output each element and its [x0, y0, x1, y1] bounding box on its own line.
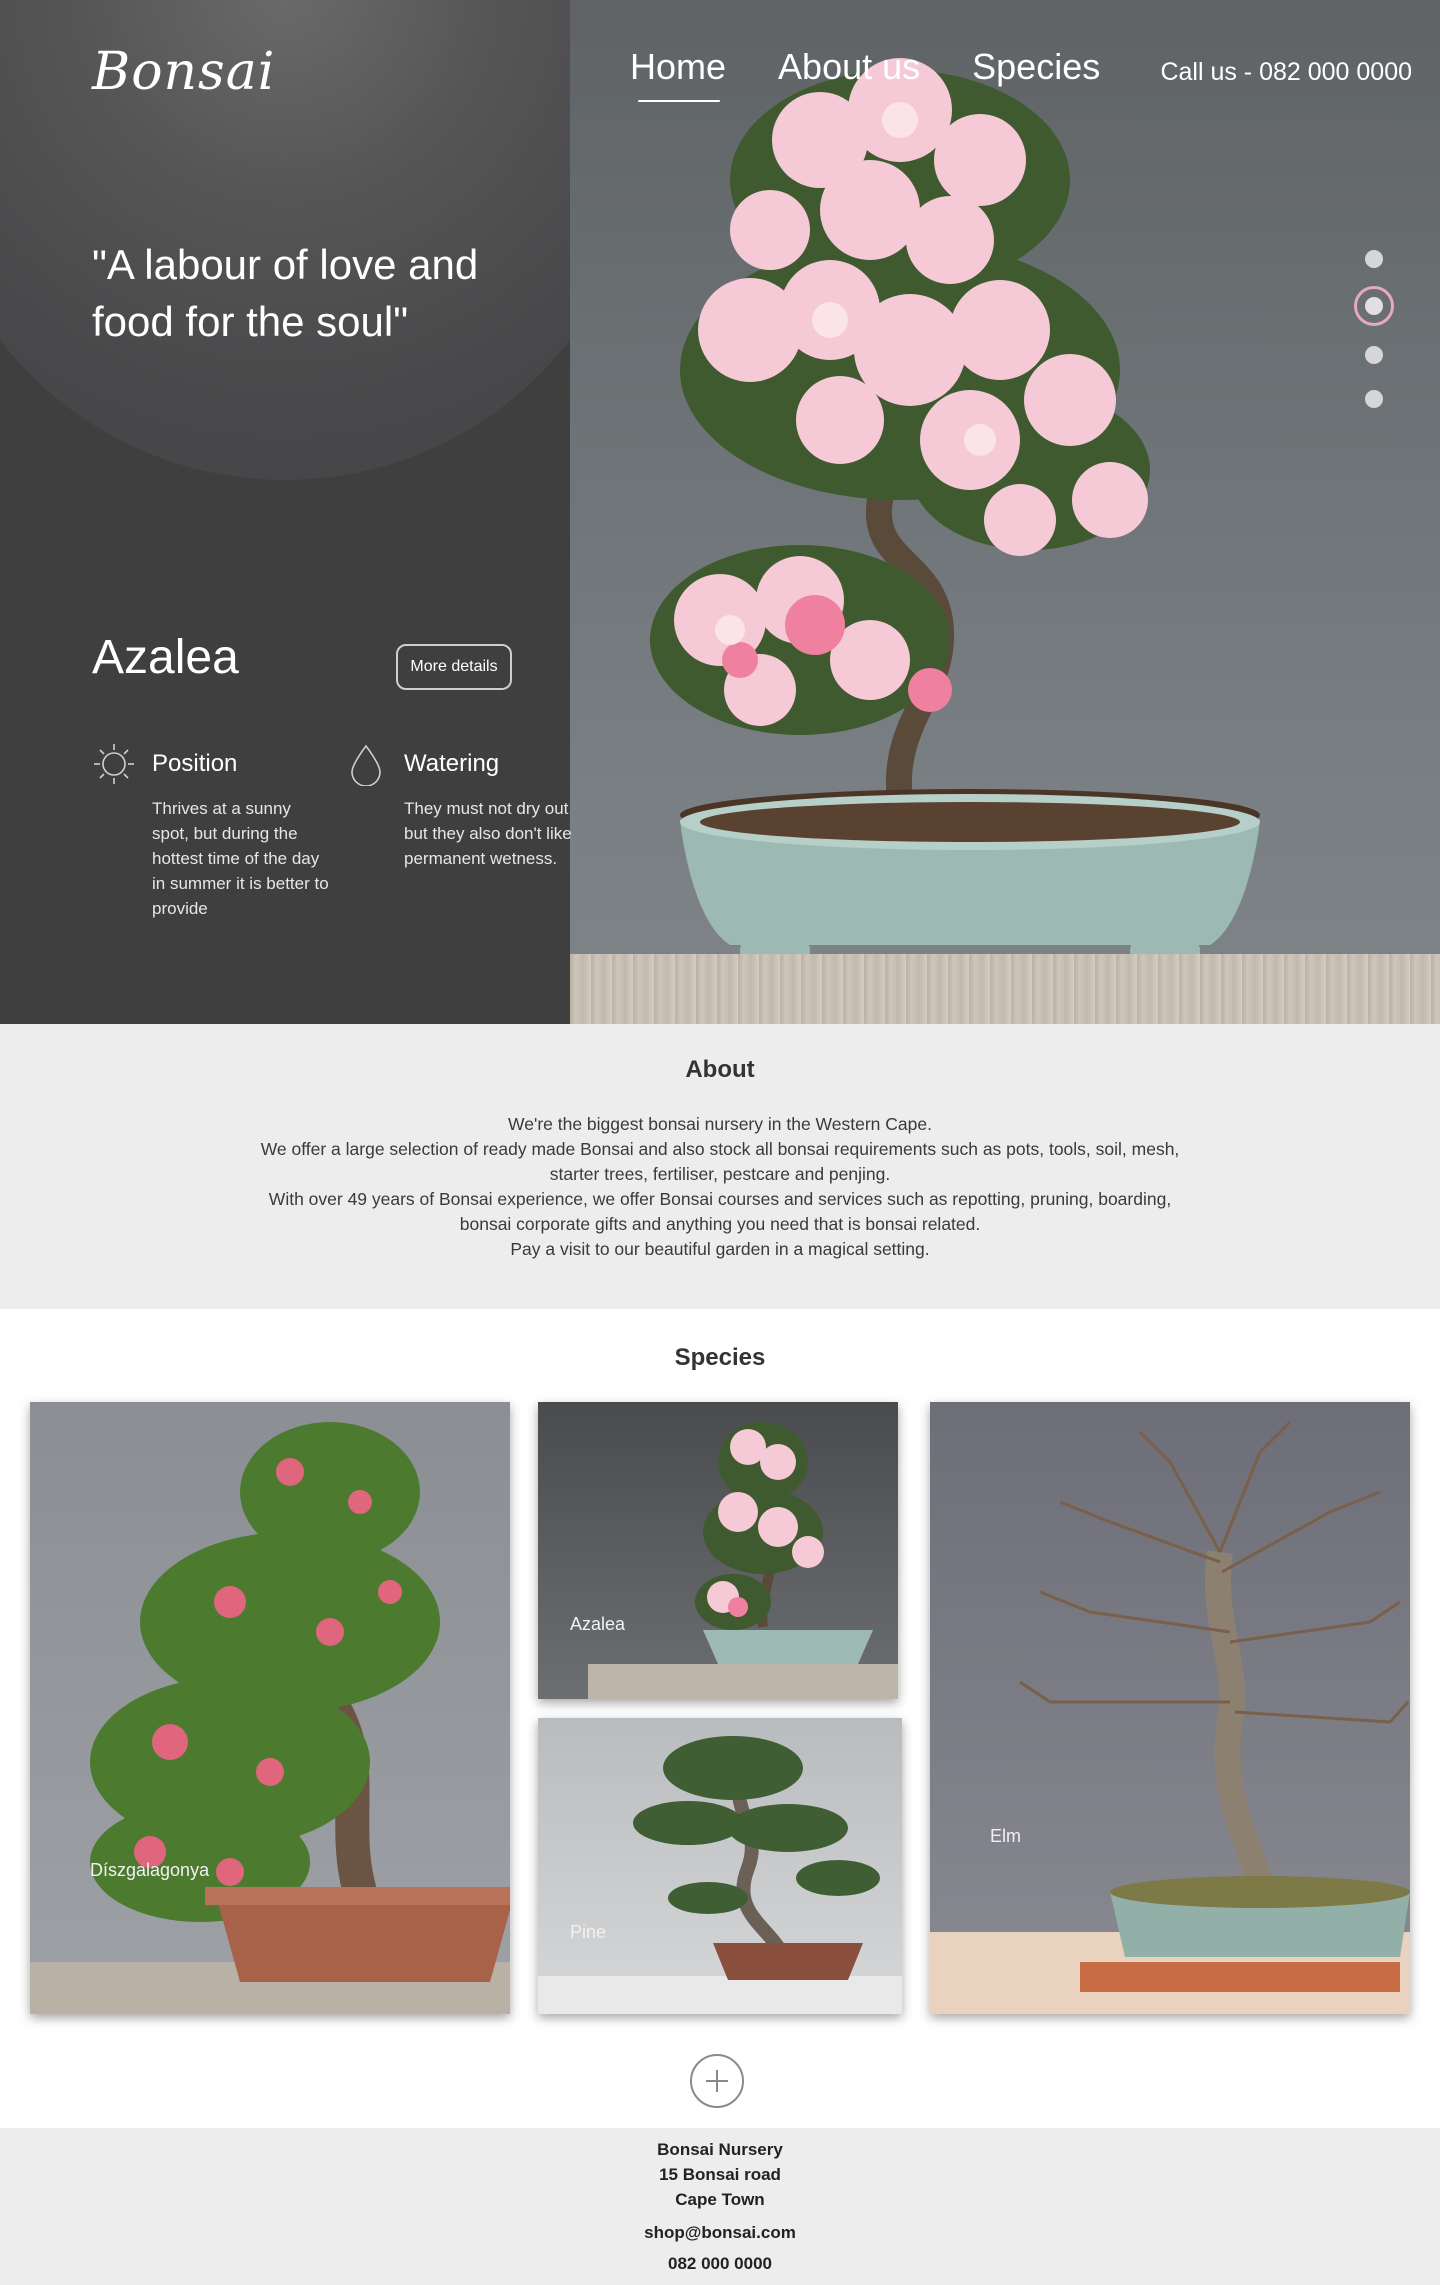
about-title: About — [685, 1056, 755, 1083]
care-position-title: Position — [152, 750, 238, 777]
azalea-bonsai-illustration — [650, 58, 1260, 974]
footer-company-name: Bonsai Nursery — [657, 2140, 783, 2159]
site-logo[interactable]: Bonsai — [92, 42, 275, 102]
more-details-button[interactable]: More details — [396, 644, 512, 690]
species-title: Species — [674, 1344, 766, 1371]
about-line-2: We offer a large selection of ready made… — [260, 1139, 1180, 1184]
main-nav: Home About us Species — [630, 46, 1100, 102]
slider-dots — [1352, 250, 1396, 434]
hero-quote: "A labour of love and food for the soul" — [92, 241, 479, 345]
about-section: About We're the biggest bonsai nursery i… — [0, 1024, 1440, 1309]
species-card-diszgalagonya[interactable]: Díszgalagonya — [30, 1402, 510, 2014]
nav-home[interactable]: Home — [630, 46, 726, 102]
species-card-caption: Azalea — [570, 1614, 626, 1634]
slider-dot-2-active[interactable] — [1354, 286, 1394, 326]
hero-section: Bonsai Home About us Species Call us - 0… — [0, 0, 1440, 1024]
species-card-elm[interactable]: Elm — [930, 1402, 1410, 2014]
footer: Bonsai Nursery 15 Bonsai road Cape Town … — [0, 2128, 1440, 2285]
hawthorn-bonsai-image — [30, 1422, 510, 2014]
water-drop-icon — [351, 744, 381, 786]
species-card-caption: Pine — [570, 1922, 607, 1942]
about-line-4: Pay a visit to our beautiful garden in a… — [510, 1239, 930, 1259]
care-watering-text: They must not dry out but they also don'… — [404, 799, 572, 868]
call-us-phone[interactable]: Call us - 082 000 0000 — [1160, 58, 1412, 87]
footer-email[interactable]: shop@bonsai.com — [0, 2223, 1440, 2243]
species-card-caption: Elm — [990, 1826, 1021, 1846]
plus-icon[interactable] — [690, 2054, 744, 2108]
nav-species[interactable]: Species — [972, 46, 1100, 88]
elm-bonsai-image — [930, 1420, 1410, 2014]
footer-phone[interactable]: 082 000 0000 — [0, 2254, 1440, 2274]
slider-dot-4[interactable] — [1365, 390, 1383, 408]
azalea-bonsai-image — [588, 1422, 898, 1699]
species-card-azalea[interactable]: Azalea — [538, 1402, 898, 1699]
care-watering-title: Watering — [404, 750, 500, 777]
slider-dot-1[interactable] — [1365, 250, 1383, 268]
featured-species-name: Azalea — [92, 631, 239, 684]
care-position-text: Thrives at a sunny spot, but during the … — [152, 799, 329, 918]
species-card-caption: Díszgalagonya — [90, 1860, 210, 1880]
about-text: We're the biggest bonsai nursery in the … — [250, 1112, 1190, 1262]
footer-city: Cape Town — [675, 2190, 765, 2209]
hero-image-azalea — [570, 0, 1440, 1024]
wooden-table — [570, 954, 1440, 1024]
sun-icon — [94, 744, 134, 784]
pine-bonsai-image — [538, 1736, 902, 2014]
nav-about-us[interactable]: About us — [778, 46, 920, 88]
species-card-pine[interactable]: Pine — [538, 1718, 902, 2014]
footer-street: 15 Bonsai road — [659, 2165, 781, 2184]
about-line-1: We're the biggest bonsai nursery in the … — [508, 1114, 932, 1134]
slider-dot-3[interactable] — [1365, 346, 1383, 364]
about-line-3: With over 49 years of Bonsai experience,… — [268, 1189, 1172, 1234]
